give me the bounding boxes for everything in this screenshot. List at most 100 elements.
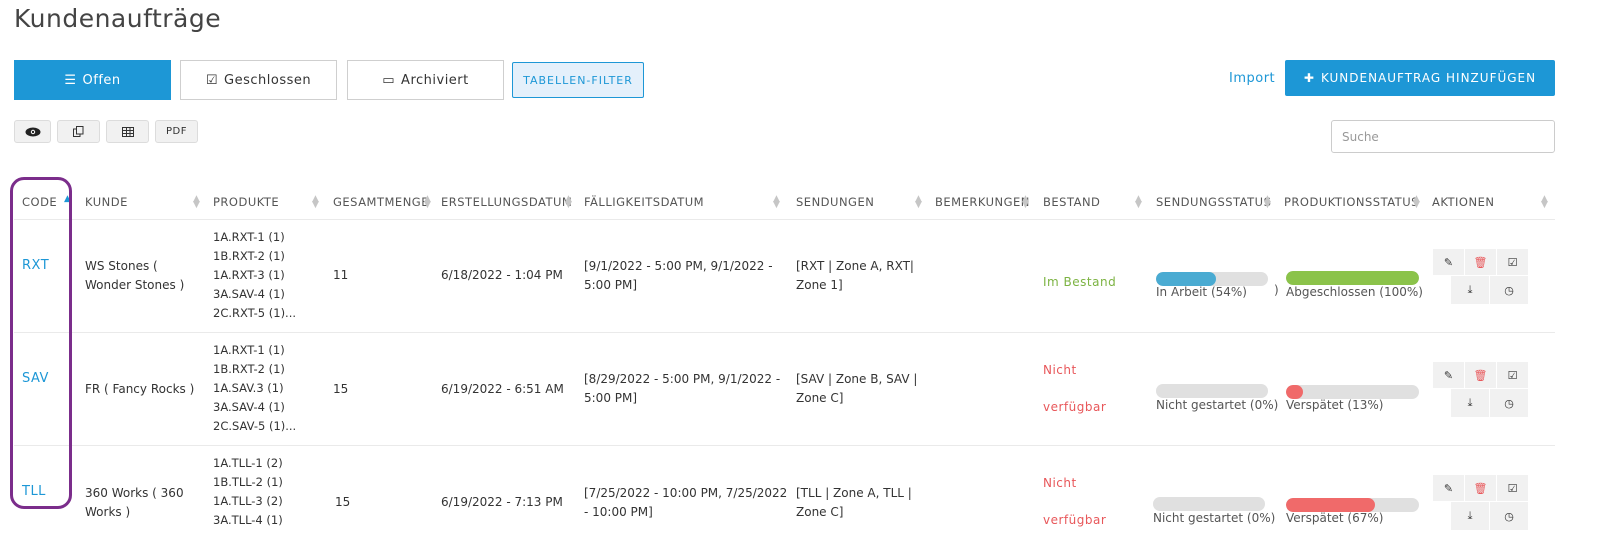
product-item: 2C.SAV-5 (1)... [213,419,297,433]
column-header-bestand[interactable]: BESTAND [1043,195,1100,209]
trash-icon[interactable]: 🗑 [1465,249,1497,275]
divider [14,445,1555,446]
sort-icon[interactable]: ▲ ▼ [773,195,780,210]
product-item: 3A.SAV-4 (1) [213,287,285,301]
import-link[interactable]: Import [1229,71,1275,86]
column-visibility-button[interactable] [14,120,51,143]
check-square-icon: ☑ [205,72,219,88]
production-status-label: Verspätet (13%) [1286,398,1384,412]
column-header-faelligkeitsdatum[interactable]: FÄLLIGKEITSDATUM [584,195,704,209]
column-header-aktionen[interactable]: AKTIONEN [1432,195,1494,209]
add-order-label: KUNDENAUFTRAG HINZUFÜGEN [1320,71,1537,85]
due-date: [9/1/2022 - 5:00 PM, 9/1/2022 - 5:00 PM] [584,257,773,295]
check-square-icon[interactable]: ☑ [1497,475,1529,501]
customer-line: Works ) [85,505,131,519]
due-line: 5:00 PM] [584,391,638,405]
product-item: 3A.SAV-4 (1) [213,400,285,414]
trash-icon[interactable]: 🗑 [1465,362,1497,388]
sort-icon[interactable]: ▲ ▼ [1413,195,1420,210]
product-item: 1A.RXT-1 (1) [213,343,285,357]
customer-line: 360 Works ( 360 [85,486,184,500]
product-item: 1B.RXT-2 (1) [213,249,285,263]
column-header-produktionsstatus[interactable]: PRODUKTIONSSTATUS [1284,195,1419,209]
created-date: 6/19/2022 - 6:51 AM [441,382,564,396]
column-header-kunde[interactable]: KUNDE [85,195,128,209]
edit-icon[interactable]: ✎ [1433,475,1465,501]
row-actions: ✎ 🗑 ☑ ⤓ ◷ [1433,475,1529,531]
download-icon[interactable]: ⤓ [1451,389,1490,417]
plus-icon: ✚ [1303,71,1315,85]
column-header-produkte[interactable]: PRODUKTE [213,195,279,209]
excel-export-button[interactable] [106,120,149,143]
divider [14,219,1555,220]
shipping-status-label: Nicht gestartet (0%) [1153,511,1276,525]
total-quantity: 15 [333,382,349,396]
stock-status: Nicht verfügbar [1043,465,1106,539]
tab-offen[interactable]: ☰ Offen [14,60,171,100]
product-item: 2C.RXT-5 (1)... [213,306,297,320]
download-icon[interactable]: ⤓ [1451,502,1490,530]
column-header-sendungen[interactable]: SENDUNGEN [796,195,874,209]
shipments-cell: [SAV | Zone B, SAV | Zone C] [796,370,917,408]
product-item: 1A.SAV.3 (1) [213,381,284,395]
column-header-sendungsstatus[interactable]: SENDUNGSSTATUS [1156,195,1271,209]
shipments-cell: [TLL | Zone A, TLL | Zone C] [796,484,912,522]
production-status-label: Verspätet (67%) [1286,511,1384,525]
shipping-status-suffix: ) [1274,283,1279,297]
column-header-erstellungsdatum[interactable]: ERSTELLUNGSDATUM [441,195,572,209]
divider [14,332,1555,333]
stock-status: Nicht verfügbar [1043,352,1106,426]
product-item: 1A.RXT-1 (1) [213,230,285,244]
tab-archiviert[interactable]: ▭ Archiviert [347,60,504,100]
trash-icon[interactable]: 🗑 [1465,475,1497,501]
page-title: Kundenaufträge [14,4,222,33]
check-square-icon[interactable]: ☑ [1497,249,1529,275]
created-date: 6/18/2022 - 1:04 PM [441,268,563,282]
table-icon [121,126,134,137]
customer-line: WS Stones ( [85,259,158,273]
list-icon: ☰ [64,72,77,88]
clock-icon[interactable]: ◷ [1490,502,1529,530]
sort-icon[interactable]: ▲ ▼ [1264,195,1271,210]
pdf-export-button[interactable]: PDF [155,120,198,143]
column-header-gesamtmenge[interactable]: GESAMTMENGE [333,195,429,209]
due-line: [7/25/2022 - 10:00 PM, 7/25/2022 [584,486,788,500]
shipment-line: [RXT | Zone A, RXT| [796,259,914,273]
download-icon[interactable]: ⤓ [1451,276,1490,304]
due-line: - 10:00 PM] [584,505,653,519]
check-square-icon[interactable]: ☑ [1497,362,1529,388]
sort-icon[interactable]: ▲ ▼ [1135,195,1142,210]
tab-geschlossen[interactable]: ☑ Geschlossen [180,60,337,100]
products-cell: 1A.TLL-1 (2) 1B.TLL-2 (1) 1A.TLL-3 (2) 3… [213,454,283,530]
progress-fill [1286,498,1376,512]
copy-button[interactable] [57,120,100,143]
sort-icon[interactable]: ▲ ▼ [193,195,200,210]
add-order-button[interactable]: ✚ KUNDENAUFTRAG HINZUFÜGEN [1285,60,1555,96]
sort-icon[interactable]: ▲ ▼ [424,195,431,210]
tab-label: Archiviert [401,72,469,88]
customer-line: Wonder Stones ) [85,278,185,292]
product-item: 3A.TLL-4 (1) [213,513,283,527]
production-progress-bar [1286,271,1419,285]
sort-icon[interactable]: ▲ ▼ [312,195,319,210]
customer-cell: WS Stones ( Wonder Stones ) [85,257,184,295]
product-item: 1A.RXT-3 (1) [213,268,285,282]
customer-cell: FR ( Fancy Rocks ) [85,380,194,399]
table-filter-button[interactable]: TABELLEN-FILTER [512,62,644,98]
edit-icon[interactable]: ✎ [1433,249,1465,275]
search-input[interactable] [1331,120,1555,153]
clock-icon[interactable]: ◷ [1490,276,1529,304]
sort-icon[interactable]: ▲ ▼ [915,195,922,210]
shipping-progress-bar [1153,497,1265,511]
stock-line: Nicht [1043,476,1077,490]
sort-icon[interactable]: ▲ ▼ [1541,195,1548,210]
copy-icon [73,126,84,137]
stock-line: verfügbar [1043,400,1107,414]
column-header-bemerkungen[interactable]: BEMERKUNGEN [935,195,1030,209]
clock-icon[interactable]: ◷ [1490,389,1529,417]
sort-icon[interactable]: ▲ ▼ [1022,195,1029,210]
sort-icon[interactable]: ▲ ▼ [565,195,572,210]
stock-line: Nicht [1043,363,1077,377]
progress-fill [1156,272,1217,286]
edit-icon[interactable]: ✎ [1433,362,1465,388]
